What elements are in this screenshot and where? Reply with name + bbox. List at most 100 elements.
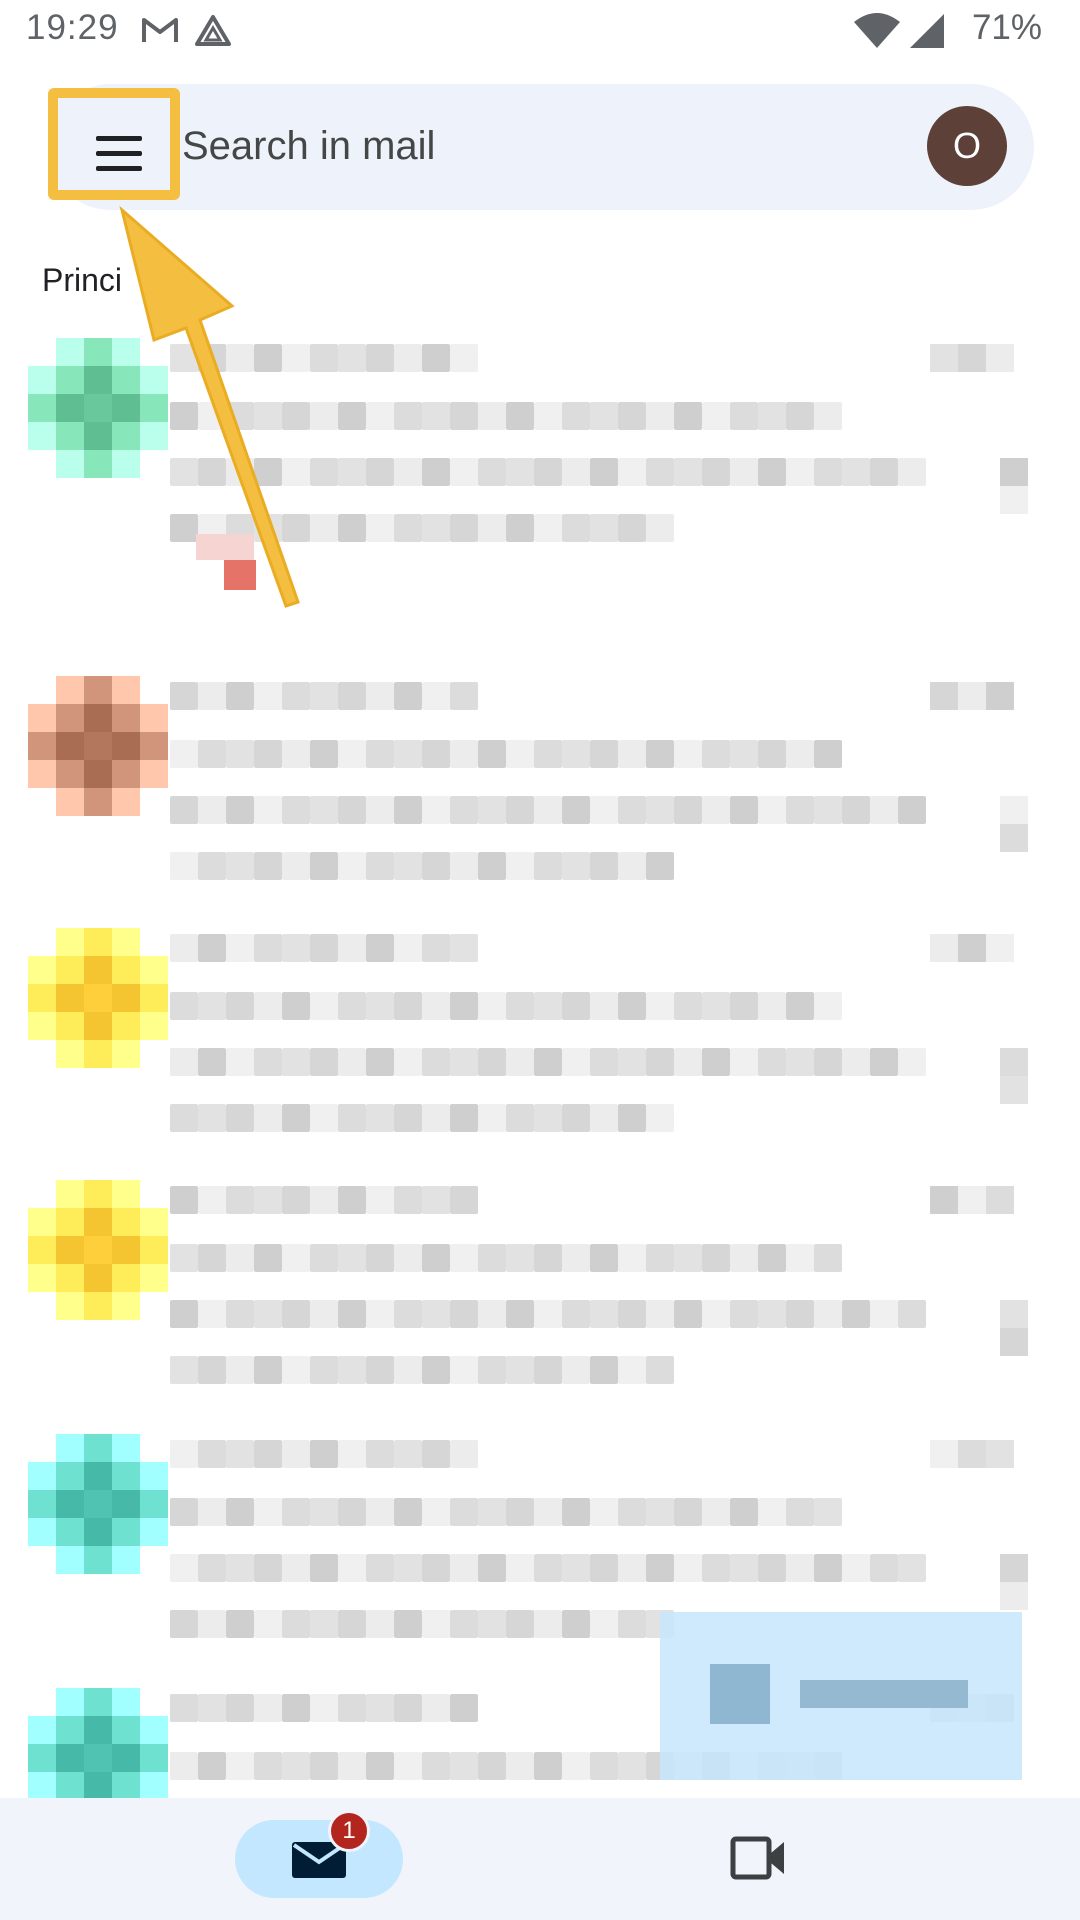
mail-tab[interactable] — [235, 1820, 403, 1898]
blurred-text — [590, 1048, 618, 1076]
blurred-text — [394, 1554, 422, 1582]
blurred-text — [170, 1048, 198, 1076]
blurred-text — [646, 1104, 674, 1132]
avatar-pixel — [56, 984, 84, 1012]
blurred-text — [646, 796, 674, 824]
blurred-text — [562, 1244, 590, 1272]
blurred-text — [786, 1048, 814, 1076]
blurred-text — [170, 1300, 198, 1328]
blurred-text — [226, 1610, 254, 1638]
blurred-text — [534, 1104, 562, 1132]
blurred-meta — [1000, 1300, 1028, 1328]
avatar-pixel — [140, 1744, 168, 1772]
avatar-pixel — [56, 1462, 84, 1490]
blurred-text — [758, 1300, 786, 1328]
blurred-text — [170, 1554, 198, 1582]
blurred-text — [618, 1498, 646, 1526]
avatar-pixel — [140, 1716, 168, 1744]
avatar-pixel — [84, 1434, 112, 1462]
blurred-text — [450, 1694, 478, 1722]
blurred-text — [646, 740, 674, 768]
blurred-text — [198, 852, 226, 880]
avatar-pixel — [84, 928, 112, 956]
blurred-text — [618, 740, 646, 768]
avatar-pixel — [140, 704, 168, 732]
blurred-text — [450, 1244, 478, 1272]
avatar-pixel — [84, 1772, 112, 1800]
blurred-text — [646, 1554, 674, 1582]
blurred-text — [646, 1356, 674, 1384]
blurred-text — [310, 1186, 338, 1214]
blurred-text — [310, 934, 338, 962]
blurred-text — [310, 1356, 338, 1384]
blurred-text — [282, 934, 310, 962]
avatar-pixel — [56, 1744, 84, 1772]
blurred-text — [394, 852, 422, 880]
blurred-text — [590, 1356, 618, 1384]
blurred-text — [394, 992, 422, 1020]
blurred-meta — [1000, 1328, 1028, 1356]
blurred-text — [366, 992, 394, 1020]
blurred-text — [590, 1300, 618, 1328]
blurred-text — [562, 796, 590, 824]
blurred-text — [366, 852, 394, 880]
blurred-text — [170, 1498, 198, 1526]
blurred-text — [898, 796, 926, 824]
blurred-text — [338, 934, 366, 962]
blurred-text — [506, 992, 534, 1020]
blurred-text — [646, 1244, 674, 1272]
blurred-text — [534, 1610, 562, 1638]
blurred-text — [170, 1440, 198, 1468]
blurred-text — [170, 1610, 198, 1638]
blurred-text — [198, 934, 226, 962]
blurred-text — [786, 740, 814, 768]
blurred-meta — [986, 1440, 1014, 1468]
blurred-text — [674, 796, 702, 824]
blurred-text — [422, 852, 450, 880]
avatar-pixel — [28, 956, 56, 984]
blurred-text — [170, 934, 198, 962]
blurred-text — [646, 1300, 674, 1328]
blurred-text — [254, 1186, 282, 1214]
blurred-text — [786, 796, 814, 824]
blurred-text — [758, 1048, 786, 1076]
blurred-text — [450, 1498, 478, 1526]
video-camera-icon[interactable] — [730, 1836, 788, 1880]
blurred-text — [198, 1048, 226, 1076]
avatar-pixel — [28, 760, 56, 788]
blurred-text — [450, 1356, 478, 1384]
blurred-text — [254, 1694, 282, 1722]
blurred-text — [226, 1694, 254, 1722]
avatar-pixel — [84, 1236, 112, 1264]
blurred-text — [366, 1440, 394, 1468]
blurred-text — [758, 992, 786, 1020]
avatar-pixel — [112, 1012, 140, 1040]
blurred-text — [422, 1244, 450, 1272]
avatar-pixel — [140, 956, 168, 984]
blurred-text — [422, 1186, 450, 1214]
blurred-text — [198, 1104, 226, 1132]
blurred-text — [310, 1694, 338, 1722]
blurred-meta — [986, 934, 1014, 962]
blurred-text — [366, 740, 394, 768]
avatar-pixel — [84, 704, 112, 732]
blurred-text — [450, 1300, 478, 1328]
avatar-pixel — [84, 1208, 112, 1236]
avatar-pixel — [84, 1012, 112, 1040]
blurred-text — [422, 1610, 450, 1638]
avatar-pixel — [112, 1434, 140, 1462]
blurred-text — [422, 992, 450, 1020]
blurred-text — [506, 1610, 534, 1638]
blurred-text — [842, 1300, 870, 1328]
blurred-text — [814, 740, 842, 768]
blurred-text — [226, 1186, 254, 1214]
blurred-text — [506, 1300, 534, 1328]
blurred-text — [758, 740, 786, 768]
avatar-pixel — [56, 1012, 84, 1040]
blurred-text — [590, 796, 618, 824]
blurred-text — [590, 740, 618, 768]
blurred-text — [842, 796, 870, 824]
blurred-text — [478, 1300, 506, 1328]
avatar-pixel — [140, 1772, 168, 1800]
avatar-pixel — [56, 788, 84, 816]
